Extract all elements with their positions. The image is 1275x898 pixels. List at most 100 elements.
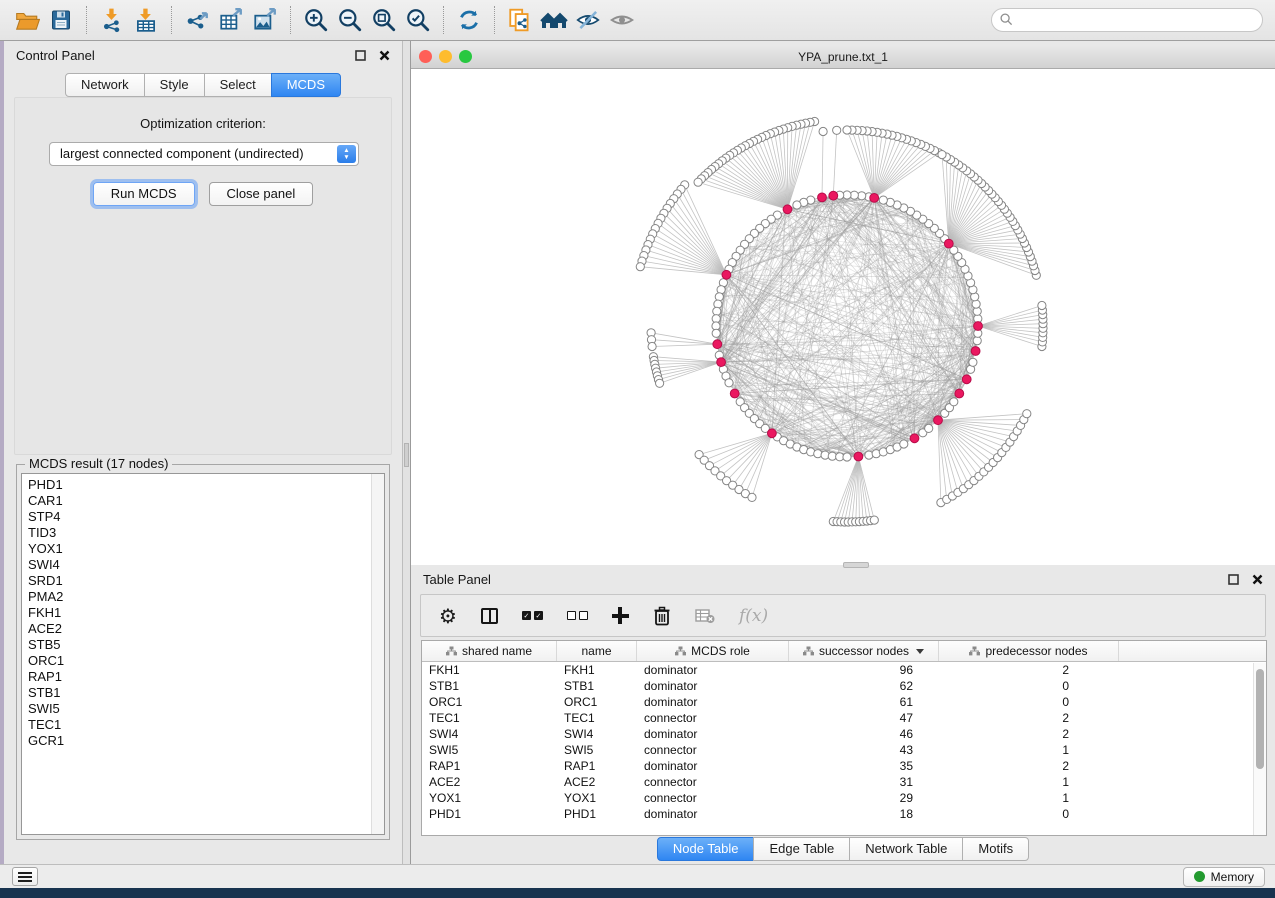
criterion-select[interactable]: largest connected component (undirected)…	[49, 142, 359, 166]
delete-table-button[interactable]	[695, 603, 715, 629]
mcds-result-item[interactable]: SRD1	[28, 573, 384, 589]
mcds-result-item[interactable]: ACE2	[28, 621, 384, 637]
tab-select[interactable]: Select	[204, 73, 272, 97]
mcds-hub-node[interactable]	[783, 205, 792, 214]
vertical-splitter[interactable]	[402, 41, 411, 864]
hide-selected-button[interactable]	[571, 4, 605, 36]
mcds-result-item[interactable]: STB5	[28, 637, 384, 653]
mcds-hub-node[interactable]	[910, 434, 919, 443]
mcds-result-item[interactable]: ORC1	[28, 653, 384, 669]
ring-node[interactable]	[725, 379, 733, 387]
mcds-hub-node[interactable]	[971, 347, 980, 356]
table-scrollbar[interactable]	[1253, 663, 1266, 835]
table-row[interactable]: FKH1FKH1dominator962	[422, 662, 1266, 678]
column-header-shared-name[interactable]: shared name	[422, 641, 557, 661]
zoom-out-button[interactable]	[333, 4, 367, 36]
open-session-button[interactable]	[10, 4, 44, 36]
status-menu-button[interactable]	[12, 867, 38, 886]
ring-node[interactable]	[715, 293, 723, 301]
mcds-hub-node[interactable]	[768, 429, 777, 438]
mcds-hub-node[interactable]	[974, 322, 983, 331]
table-row[interactable]: RAP1RAP1dominator352	[422, 758, 1266, 774]
satellite-node[interactable]	[938, 151, 946, 159]
table-row[interactable]: ORC1ORC1dominator610	[422, 694, 1266, 710]
mcds-result-item[interactable]: PMA2	[28, 589, 384, 605]
table-row[interactable]: TEC1TEC1connector472	[422, 710, 1266, 726]
ring-node[interactable]	[879, 196, 887, 204]
satellite-node[interactable]	[748, 493, 756, 501]
tab-node-table[interactable]: Node Table	[657, 837, 755, 861]
mcds-result-item[interactable]: STP4	[28, 509, 384, 525]
mcds-hub-node[interactable]	[962, 375, 971, 384]
table-row[interactable]: PHD1PHD1dominator180	[422, 806, 1266, 822]
satellite-node[interactable]	[656, 379, 664, 387]
node-table[interactable]: shared namenameMCDS rolesuccessor nodesp…	[421, 640, 1267, 836]
tab-edge-table[interactable]: Edge Table	[753, 837, 850, 861]
zoom-selected-button[interactable]	[401, 4, 435, 36]
tab-mcds[interactable]: MCDS	[271, 73, 341, 97]
mcds-result-item[interactable]: GCR1	[28, 733, 384, 749]
close-panel-button[interactable]	[376, 47, 392, 63]
mcds-result-item[interactable]: PHD1	[28, 477, 384, 493]
show-all-button[interactable]	[605, 4, 639, 36]
memory-button[interactable]: Memory	[1183, 867, 1265, 887]
mcds-result-item[interactable]: TID3	[28, 525, 384, 541]
mcds-hub-node[interactable]	[713, 340, 722, 349]
close-panel-button-mcds[interactable]: Close panel	[209, 182, 314, 206]
export-image-button[interactable]	[248, 4, 282, 36]
ring-node[interactable]	[865, 451, 873, 459]
clear-selection-button[interactable]	[567, 603, 588, 629]
zoom-in-button[interactable]	[299, 4, 333, 36]
result-list-scrollbar[interactable]	[371, 474, 384, 834]
mcds-hub-node[interactable]	[829, 191, 838, 200]
mcds-result-item[interactable]: TEC1	[28, 717, 384, 733]
tab-style[interactable]: Style	[144, 73, 205, 97]
mcds-result-item[interactable]: FKH1	[28, 605, 384, 621]
import-network-button[interactable]	[95, 4, 129, 36]
column-header-name[interactable]: name	[557, 641, 637, 661]
mcds-result-item[interactable]: YOX1	[28, 541, 384, 557]
float-panel-button[interactable]	[352, 47, 368, 63]
table-row[interactable]: SWI4SWI4dominator462	[422, 726, 1266, 742]
table-row[interactable]: ACE2ACE2connector311	[422, 774, 1266, 790]
satellite-node[interactable]	[636, 263, 644, 271]
table-row[interactable]: STB1STB1dominator620	[422, 678, 1266, 694]
duplicate-network-button[interactable]	[503, 4, 537, 36]
mcds-hub-node[interactable]	[717, 358, 726, 367]
ring-node[interactable]	[814, 450, 822, 458]
satellite-node[interactable]	[1038, 301, 1046, 309]
mcds-hub-node[interactable]	[854, 452, 863, 461]
mcds-hub-node[interactable]	[934, 416, 943, 425]
zoom-fit-button[interactable]	[367, 4, 401, 36]
satellite-node[interactable]	[843, 126, 851, 134]
ring-node[interactable]	[793, 201, 801, 209]
satellite-node[interactable]	[833, 126, 841, 134]
search-input[interactable]	[991, 8, 1263, 32]
ring-node[interactable]	[900, 440, 908, 448]
mcds-result-item[interactable]: CAR1	[28, 493, 384, 509]
first-neighbors-button[interactable]	[537, 4, 571, 36]
mcds-result-list[interactable]: PHD1CAR1STP4TID3YOX1SWI4SRD1PMA2FKH1ACE2…	[21, 473, 385, 835]
delete-rows-button[interactable]	[653, 603, 671, 629]
mcds-hub-node[interactable]	[722, 270, 731, 279]
column-header-MCDS-role[interactable]: MCDS role	[637, 641, 789, 661]
export-table-button[interactable]	[214, 4, 248, 36]
mcds-hub-node[interactable]	[818, 193, 827, 202]
ring-node[interactable]	[972, 300, 980, 308]
tab-motifs[interactable]: Motifs	[962, 837, 1029, 861]
table-settings-button[interactable]: ⚙	[439, 603, 457, 629]
satellite-node[interactable]	[648, 342, 656, 350]
horizontal-splitter-grip[interactable]	[843, 562, 869, 568]
tab-network[interactable]: Network	[65, 73, 145, 97]
table-row[interactable]: YOX1YOX1connector291	[422, 790, 1266, 806]
float-table-panel-button[interactable]	[1225, 571, 1241, 587]
ring-node[interactable]	[712, 329, 720, 337]
export-network-button[interactable]	[180, 4, 214, 36]
mcds-hub-node[interactable]	[730, 389, 739, 398]
table-row[interactable]: SWI5SWI5connector431	[422, 742, 1266, 758]
ring-node[interactable]	[950, 398, 958, 406]
satellite-node[interactable]	[694, 178, 702, 186]
splitter-grip[interactable]	[404, 443, 409, 467]
mcds-result-item[interactable]: STB1	[28, 685, 384, 701]
select-all-button[interactable]: ✓ ✓	[522, 603, 543, 629]
